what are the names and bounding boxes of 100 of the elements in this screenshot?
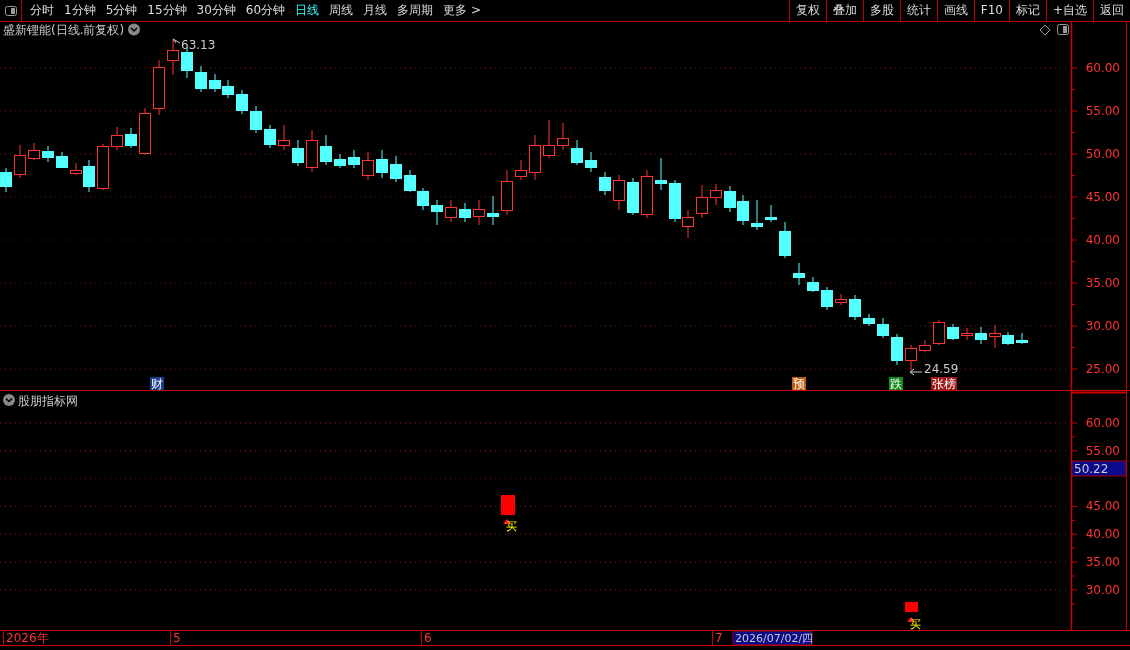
candlestick [919,339,931,353]
candlestick [724,185,736,213]
period-tab[interactable]: 60分钟 [240,0,291,21]
candlestick [807,276,819,293]
period-tab[interactable]: 30分钟 [191,0,241,21]
event-tag[interactable]: 跌 [889,377,903,391]
candlestick [222,79,234,99]
toolbar-button[interactable]: 多股 [862,0,900,21]
candlestick [195,65,207,93]
candlestick [557,122,569,151]
period-tab[interactable]: 周线 [324,0,359,21]
candlestick [236,89,248,115]
date-label: 7 [715,631,723,645]
axis-label: 55.00 [1085,104,1120,118]
signal-bar [501,495,515,515]
candlestick [139,107,151,156]
axis-label: 30.00 [1085,319,1120,333]
axis-label: 30.00 [1085,582,1120,597]
toolbar-button[interactable]: +自选 [1045,0,1093,21]
cursor-value: 50.22 [1071,460,1127,477]
candlestick [42,145,54,163]
period-tab[interactable]: 15分钟 [142,0,192,21]
candlestick [0,167,12,193]
event-tag[interactable]: 财 [150,377,164,391]
candlestick [264,124,276,149]
candlestick [28,142,40,161]
event-tag[interactable]: 张榜 [931,377,957,391]
candlestick [585,151,597,173]
candlestick [431,199,443,226]
axis-label: 40.00 [1085,527,1120,542]
axis-label: 55.00 [1085,443,1120,458]
diamond-icon[interactable] [1039,24,1051,36]
period-tab[interactable]: 多周期 [392,0,439,21]
chart-title: 盛新锂能(日线.前复权) [3,23,125,37]
candlestick [571,139,583,166]
candlestick [877,317,889,339]
candlestick [167,39,179,76]
candlestick [181,47,193,79]
date-label: 6 [424,631,432,645]
axis-label: 25.00 [1085,362,1120,376]
toolbar-button[interactable]: 叠加 [825,0,863,21]
axis-label: 45.00 [1085,499,1120,514]
toolbar-button[interactable]: 复权 [788,0,826,21]
candlestick [487,195,499,226]
candlestick [278,124,290,151]
period-tab[interactable]: 5分钟 [100,0,143,21]
candlestick [529,134,541,181]
candlestick [905,344,917,371]
signal-bar [905,602,918,612]
dropdown-icon[interactable] [128,23,140,36]
candlestick [543,119,555,159]
candlestick [153,59,165,116]
candlestick [737,194,749,226]
candlestick [599,171,611,196]
candlestick [292,139,304,167]
candlestick [417,187,429,211]
candlestick [641,169,653,219]
period-tab[interactable]: 月线 [358,0,393,21]
panel-toggle-icon[interactable] [1057,24,1069,35]
axis-label: 60.00 [1085,416,1120,430]
toolbar-button[interactable]: 标记 [1008,0,1046,21]
candlestick [835,293,847,306]
candlestick [306,129,318,173]
candlestick [97,143,109,191]
candlestick [320,134,332,166]
candlestick [1016,332,1028,345]
candlestick [334,153,346,169]
period-tab[interactable]: 1分钟 [59,0,101,21]
panel-title: 股朋指标网 [18,394,78,408]
candlestick [459,202,471,223]
candlestick [348,149,360,169]
toolbar-button[interactable]: 画线 [936,0,974,21]
candlestick [751,199,763,231]
toolbar-button[interactable]: 统计 [899,0,937,21]
toolbar-button[interactable]: 返回 [1093,0,1130,21]
axis-label: 45.00 [1085,190,1120,204]
toolbar-button[interactable]: F10 [973,0,1009,21]
candlestick [961,327,973,341]
axis-label: 50.00 [1085,147,1120,161]
period-tab[interactable]: 更多 > [438,0,486,21]
axis-label: 60.00 [1085,61,1120,75]
candlestick [613,174,625,211]
event-tag[interactable]: 预 [792,377,806,391]
period-tab[interactable]: 日线 [290,0,325,21]
candlestick [779,221,791,259]
candlestick [515,159,527,181]
candlestick [947,323,959,341]
candlestick [125,127,137,149]
axis-label: 35.00 [1085,555,1120,569]
period-tab[interactable]: 分时 [25,0,59,21]
dropdown-icon[interactable] [3,394,15,406]
candlestick [501,169,513,216]
candlestick [14,144,26,179]
buy-signal: 买 [907,617,921,630]
panel-toggle-icon[interactable] [4,5,17,16]
candlestick [111,126,123,151]
candlestick [250,105,262,134]
candlestick [710,183,722,206]
axis-label: 35.00 [1085,276,1120,290]
candlestick [473,199,485,226]
